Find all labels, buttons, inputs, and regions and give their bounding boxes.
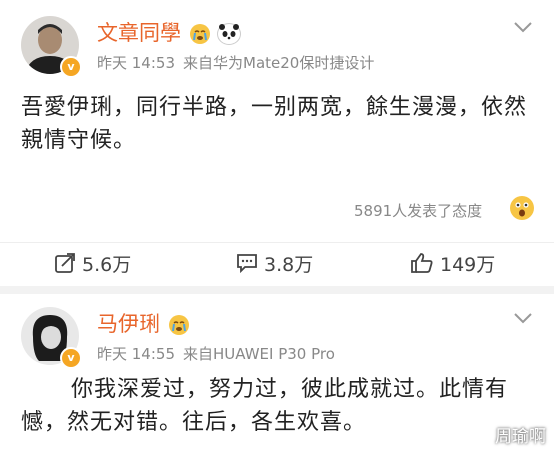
author-name[interactable]: 文章同學 [97,17,242,47]
like-count: 149万 [440,253,496,276]
panda-emoji-icon [217,23,242,45]
post-source[interactable]: 来自华为Mate20保时捷设计 [183,54,374,72]
post-time: 昨天 14:55 [97,345,175,363]
share-button[interactable]: 5.6万 [54,251,132,276]
post-meta: 昨天 14:53 来自华为Mate20保时捷设计 [97,52,374,73]
post-content: 吾愛伊琍，同行半路，一别两宽，餘生漫漫，依然親情守候。 [21,95,528,153]
reactions-count: 5891人发表了态度 [354,202,483,220]
action-bar: 5.6万 3.8万 149万 [0,242,554,283]
author-name-text: 文章同學 [97,21,181,45]
comment-icon [237,254,257,274]
weibo-post-mayili: v 马伊琍 昨天 14:55 来自HUAWEI P30 Pro 你我深爱过，努力过… [0,294,554,457]
share-icon [55,253,75,273]
watermark: 周瑜啊 [495,427,546,447]
comment-button[interactable]: 3.8万 [236,251,314,276]
post-source[interactable]: 来自HUAWEI P30 Pro [183,345,335,363]
chevron-down-icon[interactable] [512,311,534,325]
comment-count: 3.8万 [264,253,314,276]
verified-badge-icon: v [60,347,82,369]
verified-badge-icon: v [60,56,82,78]
surprised-emoji-icon [510,196,534,220]
post-meta: 昨天 14:55 来自HUAWEI P30 Pro [97,343,335,364]
post-content: 你我深爱过，努力过，彼此成就过。此情有憾，然无对错。往后，各生欢喜。 [21,377,509,435]
weibo-post-wenzhang: v 文章同學 昨天 14:53 来自华为Mate20保时捷设计 吾愛伊琍，同行半路… [0,0,554,286]
post-divider [0,286,554,294]
share-count: 5.6万 [82,253,132,276]
reactions-summary[interactable]: 5891人发表了态度 [354,200,482,221]
crying-emoji-icon [189,24,210,44]
like-icon [411,253,433,273]
crying-emoji-icon [168,315,189,335]
author-name[interactable]: 马伊琍 [97,308,189,338]
like-button[interactable]: 149万 [410,251,496,276]
post-time: 昨天 14:53 [97,54,175,72]
author-name-text: 马伊琍 [97,312,160,336]
chevron-down-icon[interactable] [512,20,534,34]
